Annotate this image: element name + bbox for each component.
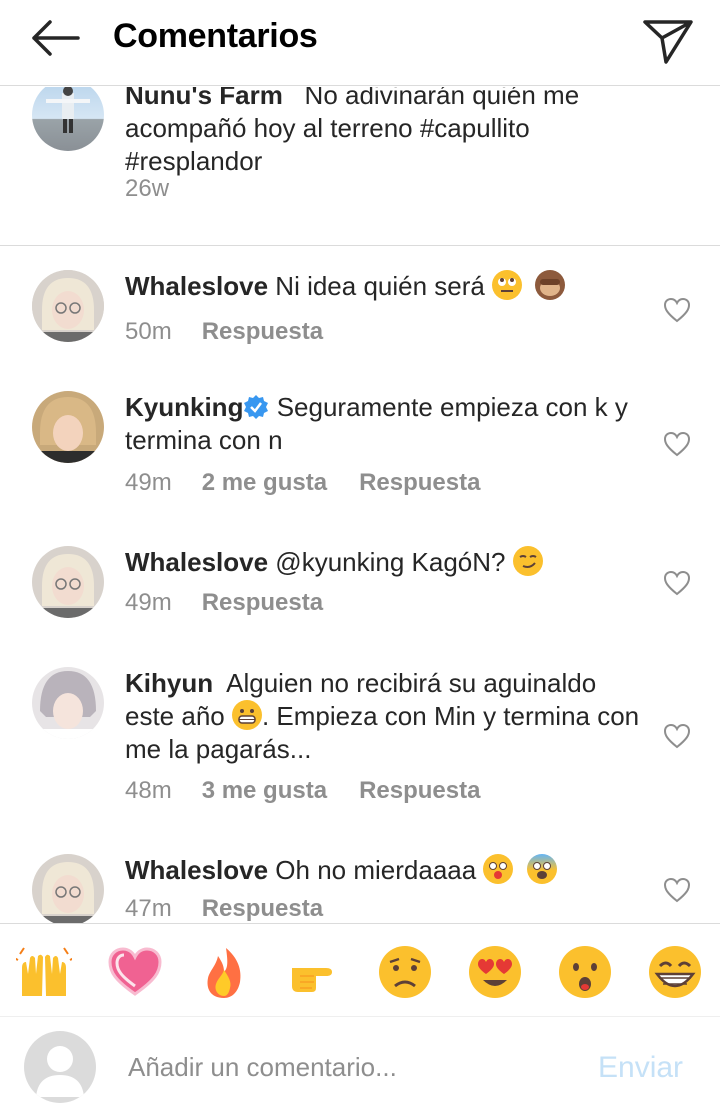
smirk-emoji (512, 546, 543, 576)
post-button[interactable]: Enviar (598, 1051, 683, 1085)
likes-count[interactable]: 2 me gusta (202, 469, 327, 497)
screaming-emoji (526, 854, 557, 884)
comment-item: Kihyun Alguien no recibirá su aguinaldo … (0, 667, 720, 827)
surprised-face-emoji[interactable] (557, 944, 613, 1000)
reply-button[interactable]: Respuesta (202, 895, 323, 923)
comment-meta: 48m 3 me gusta Respuesta (125, 777, 512, 805)
comment-username[interactable]: Kyunking (125, 392, 243, 422)
comments-list[interactable]: Nunu's Farm No adivinarán quién me acomp… (0, 87, 720, 923)
comment-item: Whaleslove @kyunking KagóN? 49m Respuest… (0, 546, 720, 646)
heart-icon[interactable] (663, 723, 691, 749)
fire-emoji[interactable] (196, 944, 252, 1000)
comment-item: Whaleslove Oh no mierdaaaa 47m Respuesta (0, 854, 720, 923)
post-caption: Nunu's Farm No adivinarán quién me acomp… (0, 87, 720, 246)
emoji-quick-bar (0, 923, 720, 1017)
verified-badge-icon (243, 394, 269, 420)
comment-composer: Enviar (0, 1017, 720, 1112)
pink-heart-emoji[interactable] (107, 944, 163, 1000)
comment-text: Whaleslove Ni idea quién será (125, 270, 645, 303)
heart-icon[interactable] (663, 877, 691, 903)
heart-eyes-emoji[interactable] (467, 944, 523, 1000)
avatar[interactable] (32, 854, 104, 923)
comment-item: Whaleslove Ni idea quién será 50m Respue… (0, 270, 720, 370)
reply-button[interactable]: Respuesta (202, 318, 323, 346)
heart-icon[interactable] (663, 297, 691, 323)
back-arrow-icon[interactable] (28, 16, 84, 60)
comment-meta: 47m Respuesta (125, 895, 355, 923)
see-no-evil-monkey-emoji (535, 270, 566, 300)
comment-body: Oh no mierdaaaa (275, 855, 477, 885)
pointing-hand-emoji[interactable] (286, 944, 342, 1000)
page-title: Comentarios (113, 17, 318, 55)
avatar (24, 1031, 96, 1103)
likes-count[interactable]: 3 me gusta (202, 777, 327, 805)
timestamp: 49m (125, 469, 172, 496)
avatar[interactable] (32, 546, 104, 618)
caption-username[interactable]: Nunu's Farm (125, 87, 283, 110)
comment-text: Whaleslove @kyunking KagóN? (125, 546, 645, 579)
heart-icon[interactable] (663, 431, 691, 457)
comment-body: @kyunking KagóN? (275, 547, 506, 577)
avatar[interactable] (32, 391, 104, 463)
reply-button[interactable]: Respuesta (202, 589, 323, 617)
comment-text: Whaleslove Oh no mierdaaaa (125, 854, 645, 887)
timestamp: 26w (125, 175, 170, 202)
reply-button[interactable]: Respuesta (359, 777, 480, 805)
worried-face-emoji[interactable] (377, 944, 433, 1000)
header-bar: Comentarios (0, 0, 720, 86)
direct-send-icon[interactable] (640, 12, 696, 68)
comment-input[interactable] (128, 1047, 568, 1087)
comment-username[interactable]: Kihyun (125, 668, 213, 698)
timestamp: 47m (125, 895, 172, 922)
caption-text: Nunu's Farm No adivinarán quién me acomp… (125, 87, 645, 178)
grinning-emoji[interactable] (647, 944, 703, 1000)
comment-body: Ni idea quién será (275, 271, 485, 301)
comment-meta: 49m 2 me gusta Respuesta (125, 469, 512, 497)
caption-meta: 26w (125, 175, 199, 203)
comment-username[interactable]: Whaleslove (125, 547, 268, 577)
fearful-emoji (483, 854, 514, 884)
comment-username[interactable]: Whaleslove (125, 271, 268, 301)
grimacing-emoji (231, 700, 262, 730)
timestamp: 50m (125, 318, 172, 345)
raising-hands-emoji[interactable] (13, 944, 75, 1000)
comment-meta: 49m Respuesta (125, 589, 355, 617)
heart-icon[interactable] (663, 570, 691, 596)
timestamp: 49m (125, 589, 172, 616)
timestamp: 48m (125, 777, 172, 804)
comment-item: Kyunking Seguramente empieza con k y ter… (0, 391, 720, 521)
comment-text: Kihyun Alguien no recibirá su aguinaldo … (125, 667, 645, 766)
avatar[interactable] (32, 667, 104, 739)
comment-text: Kyunking Seguramente empieza con k y ter… (125, 391, 645, 457)
comment-username[interactable]: Whaleslove (125, 855, 268, 885)
comment-meta: 50m Respuesta (125, 318, 355, 346)
avatar[interactable] (32, 270, 104, 342)
reply-button[interactable]: Respuesta (359, 469, 480, 497)
rolling-eyes-emoji (492, 270, 523, 300)
avatar[interactable] (32, 87, 104, 151)
